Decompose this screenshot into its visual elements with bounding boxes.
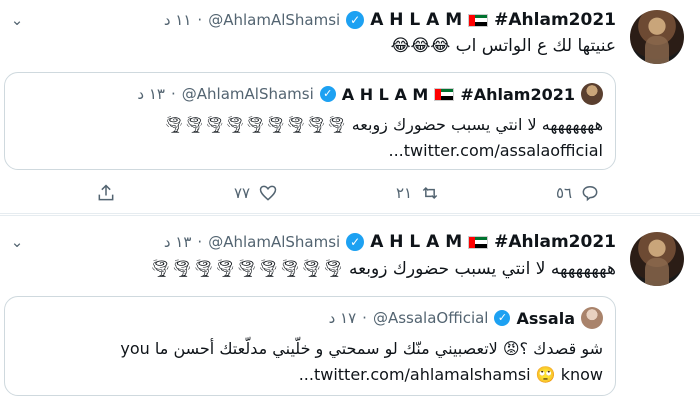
quoted-display-name: A H L A M xyxy=(341,84,429,104)
uae-flag-icon xyxy=(434,87,455,101)
user-handle[interactable]: @AhlamAlShamsi xyxy=(208,233,340,251)
tweet-actions: ٧٧ ٢١ ٥٦ xyxy=(96,180,616,206)
verified-badge-icon: ✓ xyxy=(494,310,511,326)
share-icon xyxy=(98,184,114,201)
quoted-timestamp: ١٧ د xyxy=(328,309,357,327)
tweet-text-body: هههههههه لا انتي يسبب حضورك زوبعه xyxy=(348,259,616,279)
tweet-header: #Ahlam2021 A H L A M ✓ @AhlamAlShamsi · … xyxy=(164,8,616,32)
quoted-link[interactable]: twitter.com/assalaofficial... xyxy=(389,141,604,160)
quoted-user-handle: @AssalaOfficial xyxy=(372,309,489,327)
separator-dot: · xyxy=(197,11,203,29)
reply-count: ٥٦ xyxy=(556,184,573,202)
like-button[interactable]: ٧٧ xyxy=(234,180,278,206)
uae-flag-icon xyxy=(468,13,489,27)
display-name-hashtag[interactable]: #Ahlam2021 xyxy=(494,10,616,30)
tweet-text: عنيتها لك ع الواتس اب 😂😂😂 xyxy=(391,36,616,56)
tweet[interactable]: #Ahlam2021 A H L A M ✓ @AhlamAlShamsi · … xyxy=(0,215,700,401)
tweet-header: #Ahlam2021 A H L A M ✓ @AhlamAlShamsi · … xyxy=(164,230,616,254)
quoted-timestamp: ١٣ د xyxy=(137,85,165,103)
quoted-text-line1: هههههههه لا انتي يسبب حضورك زوبعه 🌪🌪🌪🌪🌪🌪… xyxy=(164,115,603,134)
like-count: ٧٧ xyxy=(234,184,251,202)
display-name[interactable]: A H L A M xyxy=(370,10,462,30)
share-button[interactable] xyxy=(96,180,116,206)
separator-dot: · xyxy=(171,85,176,103)
quoted-display-name: Assala xyxy=(516,308,575,328)
verified-badge-icon: ✓ xyxy=(346,233,365,251)
tornado-emoji-icon: 🌪🌪🌪🌪🌪🌪🌪🌪🌪 xyxy=(163,115,347,134)
display-name[interactable]: A H L A M xyxy=(370,232,462,252)
tweet-text-body: عنيتها لك ع الواتس اب xyxy=(455,36,616,56)
chevron-down-icon[interactable]: ⌄ xyxy=(4,232,30,252)
quoted-avatar xyxy=(581,307,603,329)
chevron-down-icon[interactable]: ⌄ xyxy=(4,10,30,30)
quoted-tweet-header: #Ahlam2021 A H L A M ✓ @AhlamAlShamsi · … xyxy=(137,83,575,105)
quoted-avatar xyxy=(581,83,603,105)
reply-icon xyxy=(582,185,598,202)
retweet-icon xyxy=(422,186,438,200)
timestamp[interactable]: ١١ د xyxy=(164,11,192,29)
quoted-display-name-hashtag: #Ahlam2021 xyxy=(460,84,575,104)
user-handle[interactable]: @AhlamAlShamsi xyxy=(208,11,340,29)
tornado-emoji-icon: 🌪🌪🌪🌪🌪🌪🌪🌪🌪 xyxy=(149,259,344,279)
reply-button[interactable]: ٥٦ xyxy=(556,180,600,206)
avatar[interactable] xyxy=(630,10,684,64)
timestamp[interactable]: ١٣ د xyxy=(164,233,192,251)
retweet-count: ٢١ xyxy=(396,184,413,202)
display-name-hashtag[interactable]: #Ahlam2021 xyxy=(494,232,616,252)
retweet-button[interactable]: ٢١ xyxy=(396,180,440,206)
tweet-text: هههههههه لا انتي يسبب حضورك زوبعه 🌪🌪🌪🌪🌪🌪… xyxy=(149,259,616,279)
avatar[interactable] xyxy=(630,232,684,286)
tweet[interactable]: #Ahlam2021 A H L A M ✓ @AhlamAlShamsi · … xyxy=(0,0,700,214)
quoted-text-line2: twitter.com/ahlamalshamsi 🙄 know... xyxy=(299,365,603,384)
quoted-tweet[interactable]: #Ahlam2021 A H L A M ✓ @AhlamAlShamsi · … xyxy=(4,72,616,170)
quoted-text-line1: شو قصدك ؟😡 لاتعصبيني منّك لو سمحتي و خلّ… xyxy=(120,339,603,358)
verified-badge-icon: ✓ xyxy=(346,11,365,29)
quoted-user-handle: @AhlamAlShamsi xyxy=(181,85,314,103)
quoted-text-body: هههههههه لا انتي يسبب حضورك زوبعه xyxy=(351,115,603,134)
separator-dot: · xyxy=(197,233,203,251)
laughing-emoji-icon: 😂😂😂 xyxy=(390,36,451,56)
quoted-text-line2: twitter.com/assalaofficial... xyxy=(389,141,604,160)
quoted-link[interactable]: twitter.com/ahlamalshamsi xyxy=(314,365,531,384)
separator-dot: · xyxy=(362,309,367,327)
quoted-tweet-header: Assala ✓ @AssalaOfficial · ١٧ د xyxy=(329,307,575,329)
uae-flag-icon xyxy=(468,235,489,249)
heart-icon xyxy=(259,185,277,201)
quoted-tweet[interactable]: Assala ✓ @AssalaOfficial · ١٧ د شو قصدك … xyxy=(4,296,616,396)
verified-badge-icon: ✓ xyxy=(319,86,336,102)
